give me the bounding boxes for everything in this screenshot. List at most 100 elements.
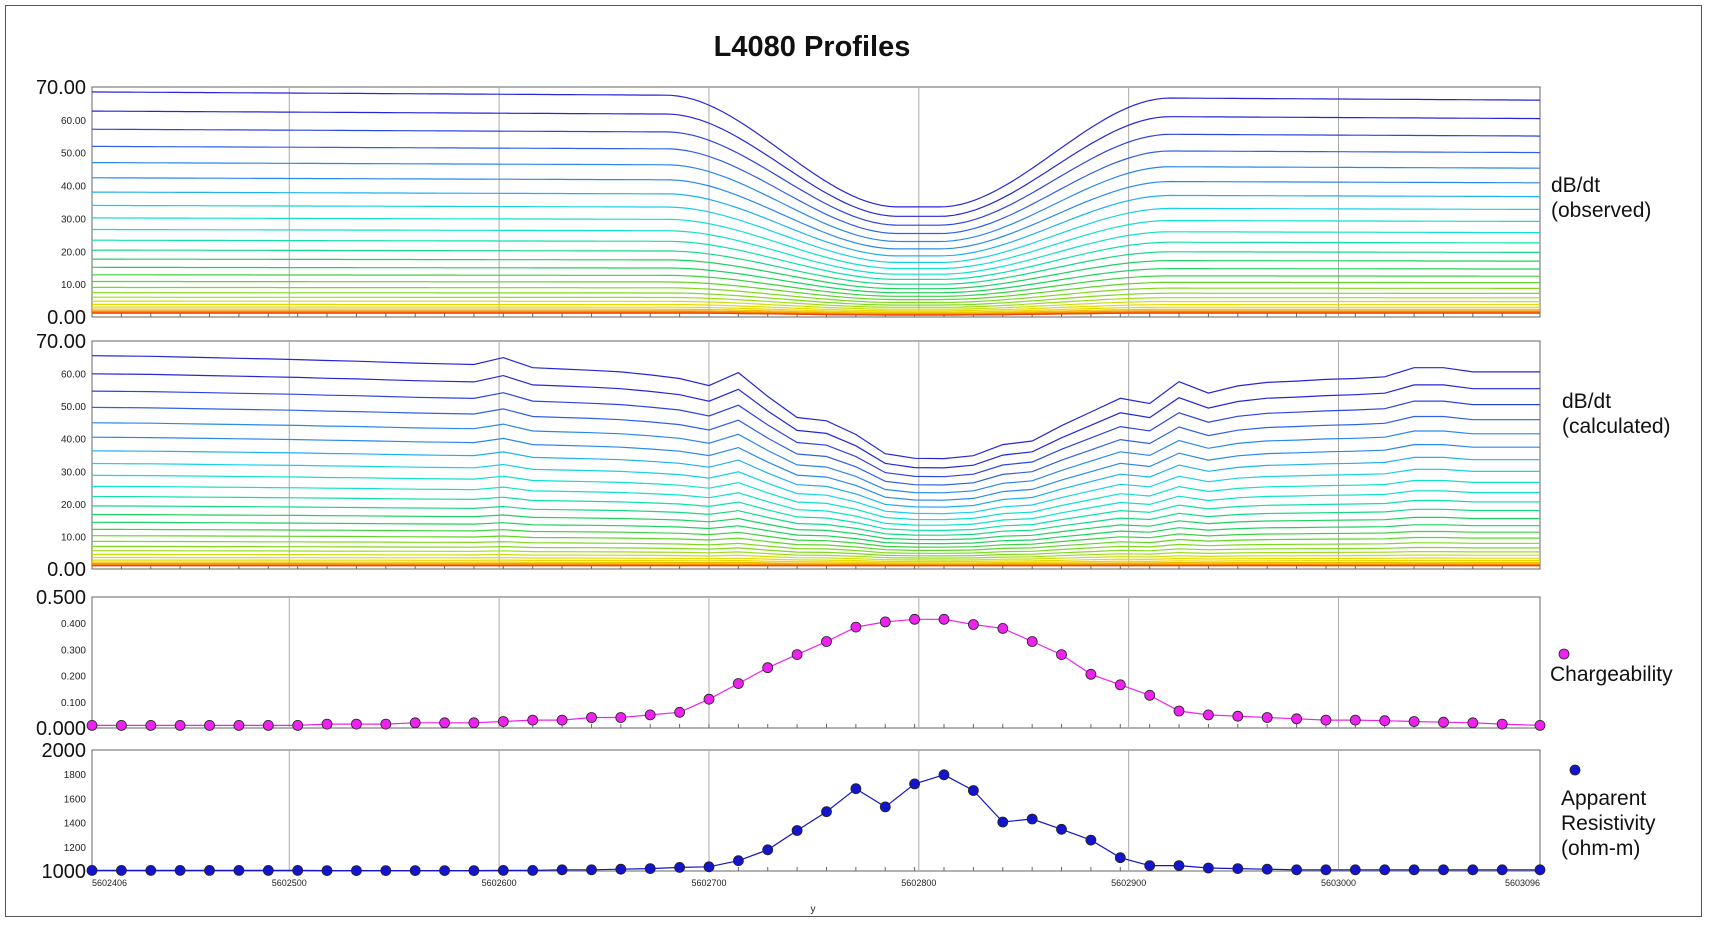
- data-point: [1349, 714, 1361, 726]
- data-point: [1261, 863, 1273, 875]
- data-point: [350, 718, 362, 730]
- data-point: [556, 864, 568, 876]
- y-tick-label: 30.00: [61, 467, 86, 478]
- data-point: [292, 865, 304, 876]
- data-point: [145, 865, 157, 876]
- data-point: [380, 865, 392, 876]
- y-tick-label: 0.000: [36, 718, 86, 740]
- y-tick-label: 0.300: [61, 645, 86, 656]
- data-point: [86, 865, 98, 876]
- data-point: [292, 720, 304, 731]
- data-point: [644, 709, 656, 721]
- data-point: [644, 863, 656, 874]
- data-point: [116, 865, 127, 876]
- data-point: [968, 619, 979, 630]
- data-point: [762, 662, 774, 674]
- data-point: [116, 720, 127, 731]
- data-point: [321, 865, 333, 876]
- data-point: [174, 865, 186, 876]
- y-tick-label: 0.400: [61, 619, 86, 630]
- data-point: [1056, 823, 1067, 835]
- data-point: [1496, 718, 1508, 730]
- legend-label: Apparent: [1561, 787, 1646, 810]
- data-point: [1291, 713, 1302, 725]
- y-tick-label: 0.00: [47, 559, 86, 581]
- y-tick-label: 2000: [42, 740, 87, 762]
- y-tick-label: 10.00: [61, 532, 86, 543]
- data-point: [879, 616, 891, 628]
- data-point: [1203, 862, 1214, 874]
- legend-label: (ohm-m): [1561, 837, 1640, 860]
- data-point: [145, 720, 157, 731]
- x-axis-label: y: [811, 904, 816, 915]
- data-point: [468, 865, 480, 876]
- legend-marker: [1558, 648, 1570, 660]
- data-point: [468, 717, 480, 729]
- data-point: [615, 863, 627, 875]
- data-point: [262, 720, 274, 731]
- data-point: [1232, 863, 1244, 874]
- legend-marker: [1569, 764, 1581, 776]
- data-point: [1379, 864, 1391, 876]
- data-point: [909, 613, 920, 625]
- y-tick-label: 1200: [64, 843, 87, 854]
- y-tick-label: 0.00: [47, 307, 86, 329]
- data-point: [909, 778, 920, 790]
- data-point: [1438, 864, 1449, 876]
- data-point: [409, 865, 421, 876]
- data-point: [1144, 689, 1156, 701]
- panels-layer: 70.000.0060.0050.0040.0030.0020.0010.00d…: [36, 77, 1673, 888]
- y-tick-label: 70.00: [36, 77, 86, 99]
- data-point: [791, 649, 803, 660]
- data-point: [1203, 709, 1214, 721]
- data-point: [938, 769, 950, 781]
- data-point: [1085, 668, 1097, 680]
- data-point: [674, 862, 685, 873]
- data-point: [1114, 679, 1126, 691]
- figure: L4080 Profiles 70.00 0.00 60.00 50.00 40.00 3…: [0, 0, 1710, 926]
- data-point: [586, 864, 597, 876]
- data-point: [1232, 710, 1244, 722]
- x-tick-label: 5602500: [272, 878, 307, 888]
- data-point: [321, 718, 333, 730]
- y-tick-label: 40.00: [61, 182, 86, 193]
- data-point: [1467, 717, 1479, 729]
- chart-title: L4080 Profiles: [714, 31, 911, 63]
- legend-label: dB/dt: [1551, 174, 1600, 197]
- data-point: [791, 825, 803, 836]
- data-point: [850, 783, 862, 795]
- x-tick-label: 5602406: [92, 878, 127, 888]
- panel-observed: 70.00 0.00 60.00 50.00 40.00 30.00 20.00 10.00 d…: [36, 77, 1651, 329]
- data-point: [1408, 716, 1420, 727]
- data-point: [350, 865, 362, 876]
- data-point: [1026, 636, 1038, 647]
- data-point: [1173, 860, 1185, 871]
- data-point: [439, 865, 451, 876]
- y-tick-label: 1000: [42, 861, 87, 883]
- data-point: [1467, 864, 1479, 876]
- data-point: [1026, 813, 1038, 825]
- data-point: [1056, 649, 1067, 660]
- y-tick-label: 1600: [64, 794, 87, 805]
- data-point: [1085, 834, 1097, 846]
- data-point: [497, 865, 509, 876]
- data-point: [1534, 720, 1546, 731]
- data-point: [997, 816, 1009, 828]
- data-point: [850, 621, 862, 633]
- y-tick-label: 70.00: [36, 331, 86, 353]
- data-point: [1438, 716, 1449, 728]
- x-tick-label: 5603096: [1505, 878, 1540, 888]
- y-tick-label: 20.00: [61, 247, 86, 258]
- data-point: [556, 714, 568, 726]
- data-point: [1320, 714, 1332, 726]
- y-tick-label: 20.00: [61, 500, 86, 511]
- y-tick-label: 1400: [64, 819, 87, 830]
- panel-frame: [91, 340, 1541, 570]
- data-point: [174, 720, 186, 731]
- data-point: [674, 706, 685, 718]
- y-tick-label: 50.00: [61, 402, 86, 413]
- data-point: [997, 623, 1009, 634]
- y-tick-label: 30.00: [61, 214, 86, 225]
- legend-label: Resistivity: [1561, 812, 1656, 835]
- data-point: [86, 720, 98, 731]
